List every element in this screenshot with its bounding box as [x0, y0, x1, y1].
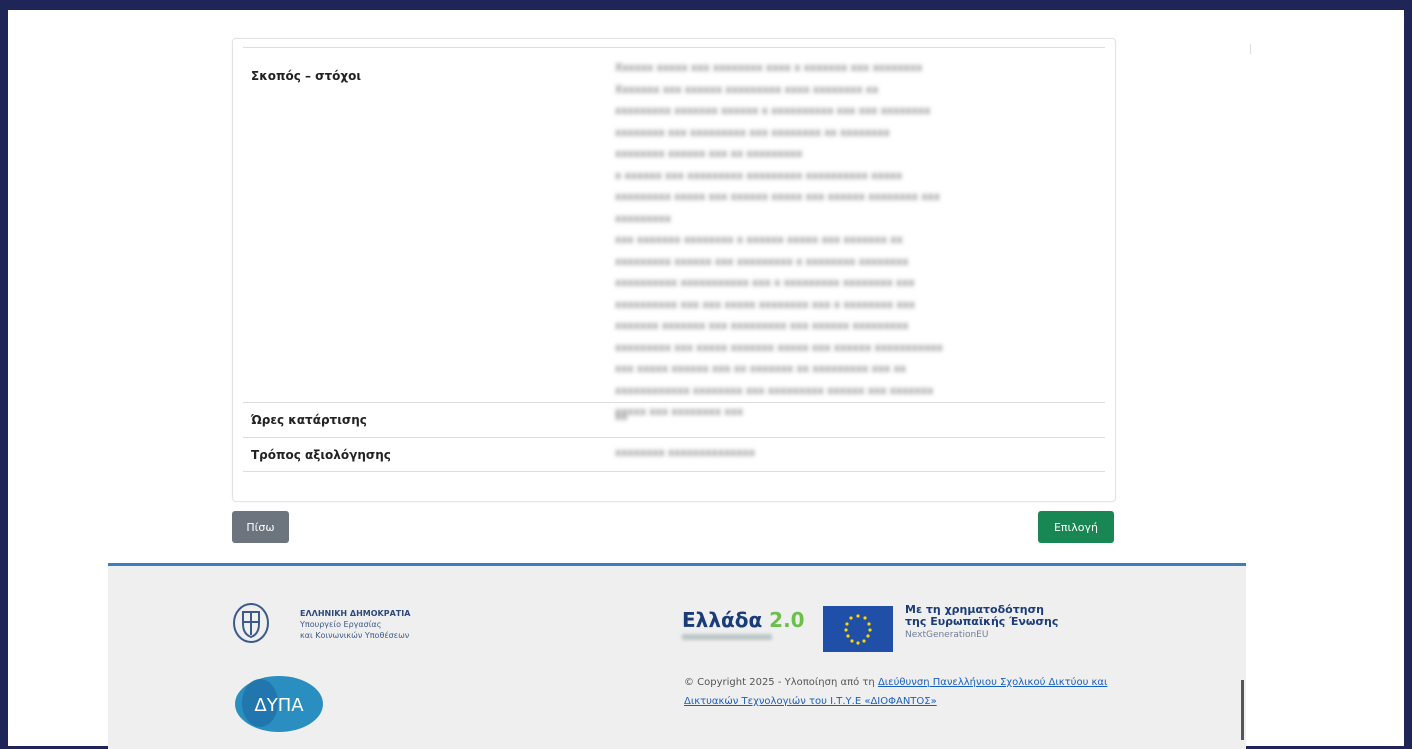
eu-line2: της Ευρωπαϊκής Ένωσης	[905, 615, 1059, 628]
scroll-marker	[1250, 44, 1251, 54]
goals-value-line: Xxxxxx xxxxx xxx xxxxxxxx xxxx x xxxxxxx…	[615, 62, 923, 74]
row-divider	[243, 47, 1105, 48]
copyright-prefix: © Copyright 2025 - Υλοποίηση από τη	[684, 677, 878, 688]
ellada-logo: Ελλάδα 2.0	[682, 608, 805, 632]
goals-value-line: xxxxxxx xxxxxxx xxx xxxxxxxxx xxx xxxxxx…	[615, 320, 909, 332]
row-divider	[243, 402, 1105, 403]
goals-value-line: xxx xxxxx xxxxxx xxx xx xxxxxxx xx xxxxx…	[615, 363, 907, 375]
goals-value-line: xxxxxxxxx xxxxxxx xxxxxx x xxxxxxxxxx xx…	[615, 105, 931, 117]
ministry-text: ΕΛΛΗΝΙΚΗ ΔΗΜΟΚΡΑΤΙΑ Υπουργείο Εργασίας κ…	[300, 608, 410, 641]
goals-value-line: x xxxxxx xxx xxxxxxxxx xxxxxxxxx xxxxxxx…	[615, 169, 903, 182]
goals-value-line: xxxxxxxx xxx xxxxxxxxx xxx xxxxxxxx xx x…	[615, 126, 890, 139]
details-card: Σκοπός – στόχοι Xxxxxx xxxxx xxx xxxxxxx…	[232, 38, 1116, 502]
ellada-brand: Ελλάδα	[682, 608, 763, 632]
ellada-version: 2.0	[769, 608, 805, 632]
goals-value-line: Xxxxxxx xxx xxxxxx xxxxxxxxx xxxx xxxxxx…	[615, 83, 879, 96]
scrollbar[interactable]	[1241, 680, 1244, 740]
goals-value-line: xxxxxxxxx xxxxxx xxx xxxxxxxxx x xxxxxxx…	[615, 255, 909, 268]
ellada-tagline	[682, 634, 772, 640]
goals-value-line: xxx xxxxxxx xxxxxxxx x xxxxxx xxxxx xxx …	[615, 234, 903, 246]
gov-line2: Υπουργείο Εργασίας	[300, 620, 382, 629]
goals-value-line: xxxxxxxxxx xxxxxxxxxxx xxx x xxxxxxxxx x…	[615, 277, 915, 289]
eu-flag-icon	[823, 606, 893, 652]
goals-value-line: xxxxxxxxxx xxx xxx xxxxx xxxxxxxx xxx x …	[615, 298, 916, 311]
footer: ΕΛΛΗΝΙΚΗ ΔΗΜΟΚΡΑΤΙΑ Υπουργείο Εργασίας κ…	[108, 563, 1246, 749]
goals-label: Σκοπός – στόχοι	[251, 69, 362, 83]
page-frame: Σκοπός – στόχοι Xxxxxx xxxxx xxx xxxxxxx…	[8, 10, 1404, 749]
goals-value-line: xxxxx xxx xxxxxxxx xxx	[615, 406, 744, 418]
hours-label: Ώρες κατάρτισης	[251, 413, 367, 427]
goals-value-line: xxxxxxxxx xxxxx xxx xxxxxx xxxxx xxx xxx…	[615, 191, 940, 203]
goals-value-line: xxxxxxxxx xxx xxxxx xxxxxxx xxxxx xxx xx…	[615, 341, 943, 354]
greek-emblem-icon	[233, 603, 269, 643]
goals-value-line: xxxxxxxx xxxxxx xxx xx xxxxxxxxx	[615, 148, 803, 160]
back-button[interactable]: Πίσω	[232, 511, 289, 543]
gov-line3: και Κοινωνικών Υποθέσεων	[300, 631, 410, 640]
dypa-logo-text: ΔΥΠΑ	[254, 695, 304, 716]
row-divider	[243, 437, 1105, 438]
eu-line3: NextGenerationEU	[905, 630, 989, 640]
evaluation-value: xxxxxxxx xxxxxxxxxxxxxx	[615, 447, 756, 459]
gov-line1: ΕΛΛΗΝΙΚΗ ΔΗΜΟΚΡΑΤΙΑ	[300, 609, 411, 618]
goals-value: Xxxxxx xxxxx xxx xxxxxxxx xxxx x xxxxxxx…	[615, 58, 1085, 424]
goals-value-line: xxxxxxxxxxxx xxxxxxxx xxx xxxxxxxxx xxxx…	[615, 384, 934, 397]
evaluation-label: Τρόπος αξιολόγησης	[251, 448, 391, 462]
copyright: © Copyright 2025 - Υλοποίηση από τη Διεύ…	[684, 673, 1124, 711]
goals-value-line: xxxxxxxxx	[615, 212, 671, 225]
select-button[interactable]: Επιλογή	[1038, 511, 1114, 543]
eu-funding-text: Με τη χρηματοδότηση της Ευρωπαϊκής Ένωση…	[905, 604, 1058, 628]
hours-value: xx	[615, 411, 628, 423]
row-divider	[243, 471, 1105, 472]
dypa-logo: ΔΥΠΑ	[235, 676, 323, 732]
